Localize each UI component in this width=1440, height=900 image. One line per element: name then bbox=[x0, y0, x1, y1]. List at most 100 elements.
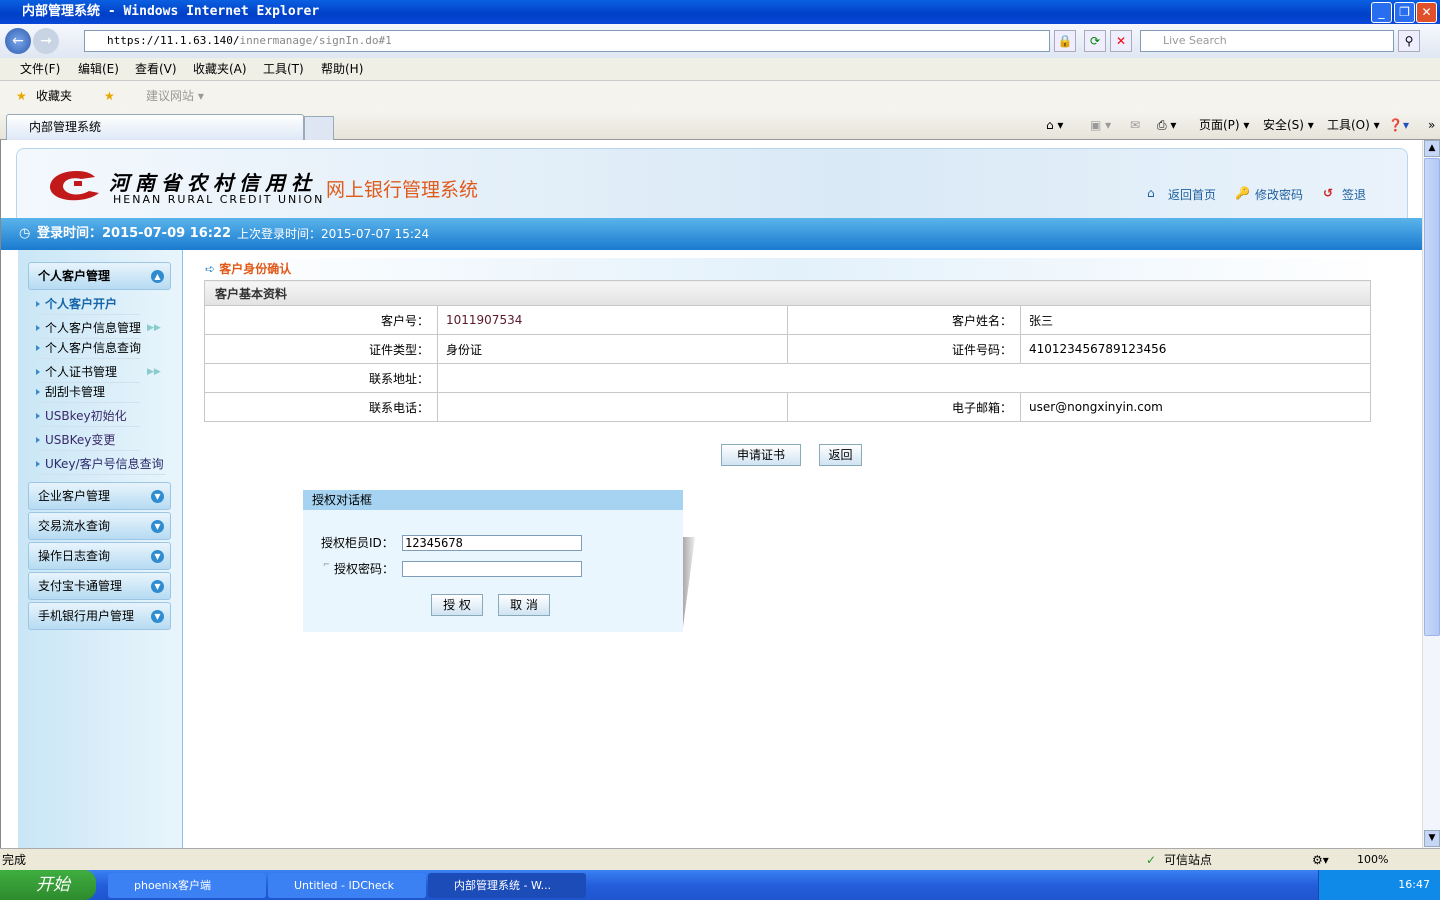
email-value: user@nongxinyin.com bbox=[1020, 392, 1371, 422]
phone-label: 联系电话： bbox=[204, 392, 438, 422]
change-password-link[interactable]: 修改密码 bbox=[1255, 186, 1303, 203]
minimize-button[interactable]: _ bbox=[1371, 2, 1392, 23]
taskbar: 开始 phoenix客户端 Untitled - IDCheck 内部管理系统 … bbox=[0, 870, 1440, 900]
close-button[interactable]: ✕ bbox=[1416, 2, 1437, 23]
chevron-up-icon: ▲ bbox=[151, 270, 164, 283]
scroll-down-icon[interactable]: ▼ bbox=[1424, 830, 1440, 847]
task-phoenix[interactable]: phoenix客户端 bbox=[108, 873, 266, 898]
scroll-up-icon[interactable]: ▲ bbox=[1424, 140, 1440, 157]
address-input[interactable]: https://11.1.63.140/innermanage/signIn.d… bbox=[84, 30, 1050, 52]
mail-icon[interactable]: ✉ bbox=[1130, 111, 1140, 140]
teller-id-input[interactable]: 12345678 bbox=[402, 535, 582, 551]
lock-icon[interactable]: 🔒 bbox=[1054, 30, 1076, 52]
sidebar-item-usbkey-init[interactable]: USBkey初始化 bbox=[36, 405, 140, 427]
logout-icon: ↺ bbox=[1323, 186, 1334, 200]
checkbox-icon[interactable]: ⌐ bbox=[323, 560, 330, 569]
section-title: 客户基本资料 bbox=[204, 280, 1371, 306]
authorize-button[interactable]: 授 权 bbox=[431, 594, 483, 616]
menu-tools[interactable]: 工具(T) bbox=[263, 58, 304, 81]
group-label: 操作日志查询 bbox=[38, 549, 111, 563]
address-label: 联系地址： bbox=[204, 363, 438, 393]
sidebar-item-ukey-query[interactable]: UKey/客户号信息查询 bbox=[36, 453, 166, 475]
breadcrumb: ➪ 客户身份确认 bbox=[203, 258, 1383, 280]
back-button[interactable]: 返回 bbox=[819, 444, 862, 466]
scroll-thumb[interactable] bbox=[1424, 158, 1440, 636]
cancel-button[interactable]: 取 消 bbox=[498, 594, 550, 616]
sidebar-item-open-account[interactable]: 个人客户开户 bbox=[36, 293, 140, 315]
help-icon[interactable]: ❓▾ bbox=[1388, 111, 1409, 140]
system-tray: 16:47 bbox=[1318, 870, 1440, 900]
back-button[interactable]: ← bbox=[5, 28, 31, 54]
add-favorite-icon[interactable]: ★ bbox=[104, 81, 115, 111]
chevron-more-icon[interactable]: » bbox=[1428, 111, 1435, 140]
menu-bar: 文件(F) 编辑(E) 查看(V) 收藏夹(A) 工具(T) 帮助(H) bbox=[0, 58, 1440, 81]
home-link[interactable]: 返回首页 bbox=[1168, 186, 1216, 203]
forward-button[interactable]: → bbox=[33, 28, 59, 54]
favorites-button[interactable]: 收藏夹 bbox=[36, 81, 72, 111]
page-menu[interactable]: 页面(P) ▾ bbox=[1199, 111, 1249, 140]
start-button[interactable]: 开始 bbox=[0, 870, 96, 900]
sidebar-item-info-query[interactable]: 个人客户信息查询 bbox=[36, 337, 141, 359]
vertical-scrollbar[interactable]: ▲ ▼ bbox=[1422, 140, 1440, 848]
authorization-dialog: 授权对话框 授权柜员ID： 12345678 ⌐ 授权密码： 授 权 取 消 bbox=[303, 490, 683, 632]
sidebar-item-cert-manage[interactable]: 个人证书管理 ▶▶ bbox=[36, 361, 161, 383]
task-ie[interactable]: 内部管理系统 - W... bbox=[428, 873, 586, 898]
cust-no-value: 1011907534 bbox=[437, 305, 788, 335]
sidebar-item-usbkey-change[interactable]: USBKey变更 bbox=[36, 429, 140, 451]
password-input[interactable] bbox=[402, 561, 582, 577]
chevron-down-icon: ▼ bbox=[151, 580, 164, 593]
id-type-label: 证件类型： bbox=[204, 334, 438, 364]
maximize-button[interactable]: ❐ bbox=[1394, 2, 1415, 23]
group-label: 支付宝卡通管理 bbox=[38, 579, 123, 593]
url-host: https://11.1.63.140/ bbox=[107, 34, 240, 47]
safety-menu[interactable]: 安全(S) ▾ bbox=[1263, 111, 1314, 140]
sidebar-group-personal[interactable]: 个人客户管理 ▲ bbox=[28, 262, 171, 290]
task-idcheck[interactable]: Untitled - IDCheck bbox=[268, 873, 426, 898]
feeds-icon[interactable]: ▣ ▾ bbox=[1090, 111, 1111, 140]
stop-button[interactable]: ✕ bbox=[1110, 30, 1132, 52]
search-icon[interactable]: ⚲ bbox=[1398, 30, 1420, 52]
menu-help[interactable]: 帮助(H) bbox=[321, 58, 363, 81]
zoom-level[interactable]: 100% bbox=[1357, 849, 1388, 871]
suggested-sites[interactable]: 建议网站 ▾ bbox=[146, 81, 204, 111]
refresh-button[interactable]: ⟳ bbox=[1084, 30, 1106, 52]
menu-favorites[interactable]: 收藏夹(A) bbox=[193, 58, 247, 81]
chevron-down-icon: ▼ bbox=[151, 490, 164, 503]
breadcrumb-label: 客户身份确认 bbox=[219, 262, 292, 276]
table-row: 客户号： 1011907534 客户姓名： 张三 bbox=[204, 305, 1371, 335]
sidebar-group-mobile[interactable]: 手机银行用户管理 ▼ bbox=[28, 602, 171, 630]
tab-title: 内部管理系统 bbox=[29, 120, 102, 134]
group-label: 交易流水查询 bbox=[38, 519, 111, 533]
logout-link[interactable]: 签退 bbox=[1342, 186, 1366, 203]
email-label: 电子邮箱： bbox=[787, 392, 1021, 422]
protected-mode-icon[interactable]: ⚙▾ bbox=[1312, 849, 1329, 871]
check-icon: ✓ bbox=[1146, 853, 1157, 867]
sidebar-group-logs[interactable]: 操作日志查询 ▼ bbox=[28, 542, 171, 570]
sidebar-item-scratch-card[interactable]: 刮刮卡管理 bbox=[36, 381, 140, 403]
system-title: 网上银行管理系统 bbox=[326, 179, 479, 201]
menu-file[interactable]: 文件(F) bbox=[20, 58, 60, 81]
tab-active[interactable]: 内部管理系统 bbox=[6, 114, 304, 140]
address-toolbar: ← → https://11.1.63.140/innermanage/sign… bbox=[0, 24, 1440, 58]
home-icon[interactable]: ⌂ ▾ bbox=[1046, 111, 1063, 140]
sidebar-group-enterprise[interactable]: 企业客户管理 ▼ bbox=[28, 482, 171, 510]
group-label: 企业客户管理 bbox=[38, 489, 111, 503]
sidebar-group-alipay[interactable]: 支付宝卡通管理 ▼ bbox=[28, 572, 171, 600]
sidebar-item-info-manage[interactable]: 个人客户信息管理 ▶▶ bbox=[36, 317, 161, 339]
sidebar-group-transactions[interactable]: 交易流水查询 ▼ bbox=[28, 512, 171, 540]
new-tab-button[interactable] bbox=[304, 116, 334, 140]
password-label: 授权密码： bbox=[334, 562, 395, 576]
star-icon: ★ bbox=[16, 89, 27, 103]
chevron-down-icon: ▼ bbox=[151, 610, 164, 623]
search-input[interactable]: Live Search bbox=[1140, 30, 1394, 52]
tools-menu[interactable]: 工具(O) ▾ bbox=[1327, 111, 1380, 140]
chevron-down-icon: ▼ bbox=[151, 550, 164, 563]
print-icon[interactable]: ⎙ ▾ bbox=[1157, 111, 1176, 140]
item-label: 个人证书管理 bbox=[45, 365, 118, 379]
menu-edit[interactable]: 编辑(E) bbox=[78, 58, 119, 81]
logo-text-cn: 河南省农村信用社 bbox=[109, 171, 317, 195]
menu-view[interactable]: 查看(V) bbox=[135, 58, 177, 81]
window-title: 内部管理系统 - Windows Internet Explorer bbox=[22, 4, 320, 19]
site-header: 河南省农村信用社 HENAN RURAL CREDIT UNION 网上银行管理… bbox=[16, 148, 1408, 220]
apply-certificate-button[interactable]: 申请证书 bbox=[721, 444, 801, 466]
